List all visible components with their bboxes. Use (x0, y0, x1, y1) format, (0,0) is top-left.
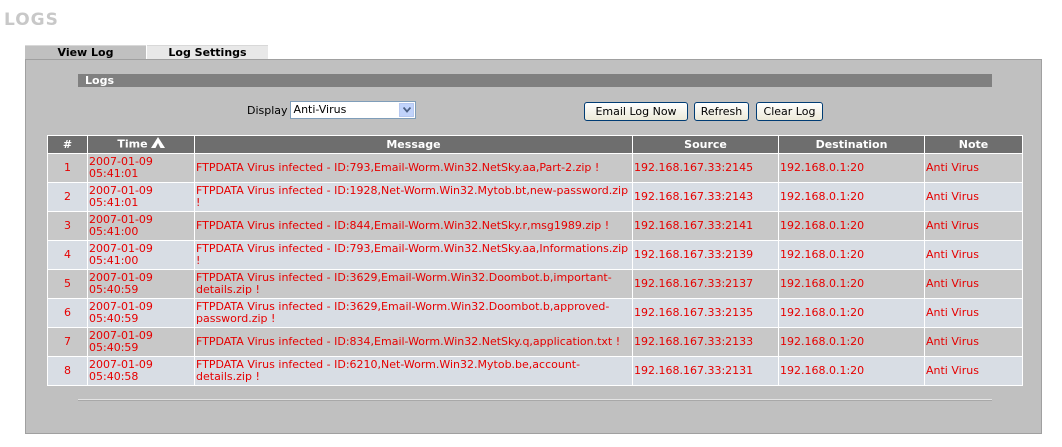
row-note: Anti Virus (924, 356, 1023, 386)
row-destination: 192.168.0.1:20 (778, 182, 925, 212)
table-row: 1 2007-01-09 05:41:01 FTPDATA Virus infe… (47, 153, 1023, 183)
row-note: Anti Virus (924, 153, 1023, 183)
row-number: 5 (47, 269, 88, 299)
row-destination: 192.168.0.1:20 (778, 269, 925, 299)
row-source: 192.168.167.33:2135 (632, 298, 779, 328)
tab-view-log[interactable]: View Log (25, 45, 146, 59)
tab-log-settings[interactable]: Log Settings (147, 45, 268, 59)
table-row: 5 2007-01-09 05:40:59 FTPDATA Virus infe… (47, 269, 1023, 299)
section-title: Logs (78, 74, 992, 87)
row-time: 2007-01-09 05:40:59 (87, 298, 195, 328)
row-number: 4 (47, 240, 88, 270)
row-time: 2007-01-09 05:41:01 (87, 182, 195, 212)
table-header-row: # Time Message Source Destination Note (47, 135, 1023, 154)
row-source: 192.168.167.33:2133 (632, 327, 779, 357)
row-source: 192.168.167.33:2143 (632, 182, 779, 212)
column-header-message: Message (194, 135, 633, 154)
table-row: 6 2007-01-09 05:40:59 FTPDATA Virus infe… (47, 298, 1023, 328)
row-source: 192.168.167.33:2131 (632, 356, 779, 386)
logs-panel: Logs Display Anti-Virus Email Log Now Re… (25, 59, 1042, 434)
row-note: Anti Virus (924, 182, 1023, 212)
row-destination: 192.168.0.1:20 (778, 153, 925, 183)
row-number: 2 (47, 182, 88, 212)
column-header-time[interactable]: Time (87, 135, 195, 154)
row-source: 192.168.167.33:2145 (632, 153, 779, 183)
row-number: 7 (47, 327, 88, 357)
row-time: 2007-01-09 05:41:01 (87, 153, 195, 183)
sort-up-icon[interactable] (150, 137, 165, 152)
column-header-destination: Destination (778, 135, 925, 154)
display-filter: Display Anti-Virus (247, 101, 416, 119)
row-message: FTPDATA Virus infected - ID:844,Email-Wo… (194, 211, 633, 241)
row-message: FTPDATA Virus infected - ID:793,Email-Wo… (194, 240, 633, 270)
row-message: FTPDATA Virus infected - ID:6210,Net-Wor… (194, 356, 633, 386)
display-select[interactable]: Anti-Virus (289, 101, 416, 119)
row-destination: 192.168.0.1:20 (778, 240, 925, 270)
row-message: FTPDATA Virus infected - ID:3629,Email-W… (194, 298, 633, 328)
table-row: 7 2007-01-09 05:40:59 FTPDATA Virus infe… (47, 327, 1023, 357)
display-label: Display (247, 103, 288, 117)
clear-log-button[interactable]: Clear Log (756, 102, 823, 121)
column-header-note: Note (924, 135, 1023, 154)
row-time: 2007-01-09 05:41:00 (87, 211, 195, 241)
row-time: 2007-01-09 05:41:00 (87, 240, 195, 270)
table-row: 4 2007-01-09 05:41:00 FTPDATA Virus infe… (47, 240, 1023, 270)
row-note: Anti Virus (924, 211, 1023, 241)
row-number: 3 (47, 211, 88, 241)
row-time: 2007-01-09 05:40:59 (87, 327, 195, 357)
table-row: 3 2007-01-09 05:41:00 FTPDATA Virus infe… (47, 211, 1023, 241)
divider (78, 399, 992, 401)
column-header-source: Source (632, 135, 779, 154)
row-destination: 192.168.0.1:20 (778, 298, 925, 328)
row-message: FTPDATA Virus infected - ID:3629,Email-W… (194, 269, 633, 299)
row-message: FTPDATA Virus infected - ID:1928,Net-Wor… (194, 182, 633, 212)
log-table: # Time Message Source Destination Note 1… (47, 135, 1023, 386)
page-title: LOGS (4, 10, 59, 30)
row-number: 1 (47, 153, 88, 183)
table-row: 8 2007-01-09 05:40:58 FTPDATA Virus infe… (47, 356, 1023, 386)
row-time: 2007-01-09 05:40:59 (87, 269, 195, 299)
row-message: FTPDATA Virus infected - ID:793,Email-Wo… (194, 153, 633, 183)
column-header-time-label: Time (117, 137, 148, 151)
column-header-number: # (47, 135, 88, 154)
row-source: 192.168.167.33:2141 (632, 211, 779, 241)
row-source: 192.168.167.33:2139 (632, 240, 779, 270)
chevron-down-icon[interactable] (398, 103, 414, 117)
table-row: 2 2007-01-09 05:41:01 FTPDATA Virus infe… (47, 182, 1023, 212)
row-source: 192.168.167.33:2137 (632, 269, 779, 299)
tab-bar: View Log Log Settings (25, 45, 268, 59)
row-note: Anti Virus (924, 298, 1023, 328)
row-number: 6 (47, 298, 88, 328)
refresh-button[interactable]: Refresh (694, 102, 749, 121)
row-number: 8 (47, 356, 88, 386)
row-note: Anti Virus (924, 269, 1023, 299)
row-time: 2007-01-09 05:40:58 (87, 356, 195, 386)
row-destination: 192.168.0.1:20 (778, 356, 925, 386)
row-note: Anti Virus (924, 240, 1023, 270)
row-message: FTPDATA Virus infected - ID:834,Email-Wo… (194, 327, 633, 357)
email-log-now-button[interactable]: Email Log Now (584, 102, 688, 121)
row-note: Anti Virus (924, 327, 1023, 357)
row-destination: 192.168.0.1:20 (778, 327, 925, 357)
display-select-value: Anti-Virus (293, 103, 347, 116)
row-destination: 192.168.0.1:20 (778, 211, 925, 241)
